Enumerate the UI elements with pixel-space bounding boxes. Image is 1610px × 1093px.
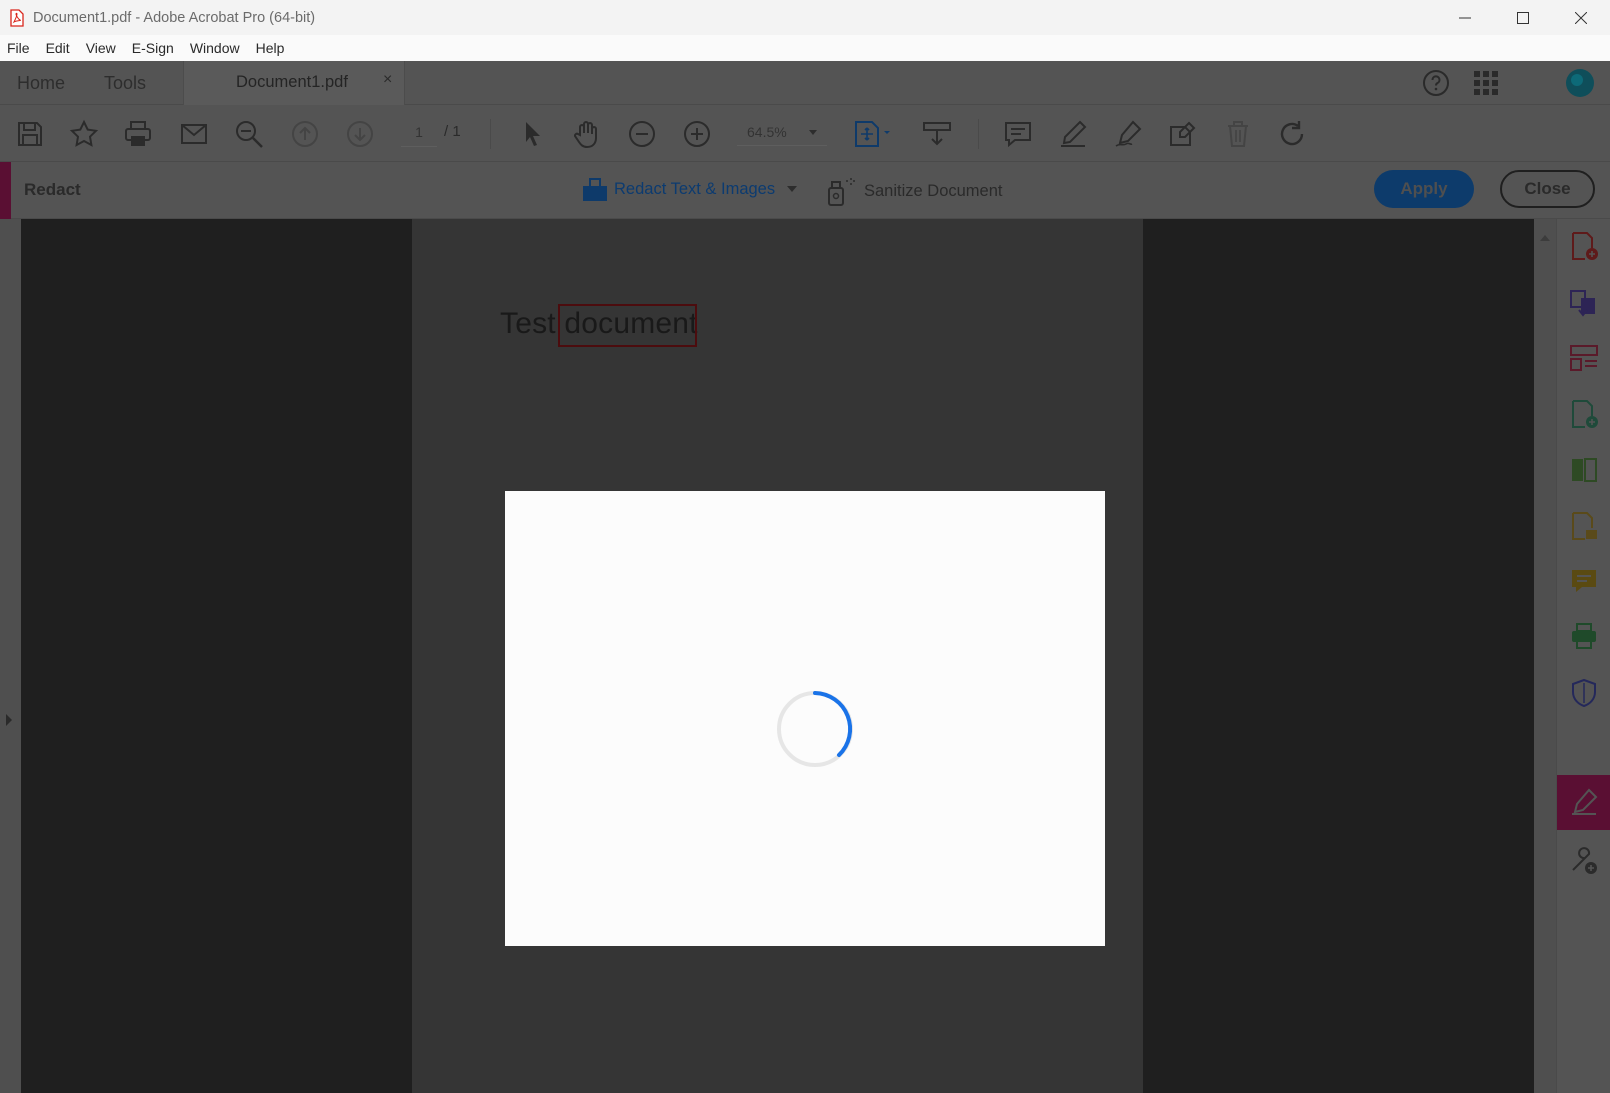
- menu-help[interactable]: Help: [256, 40, 285, 56]
- redact-text-images-label: Redact Text & Images: [614, 179, 776, 198]
- email-icon[interactable]: [179, 119, 209, 149]
- combine-files-icon[interactable]: [1569, 288, 1599, 318]
- close-tool-button[interactable]: Close: [1500, 170, 1595, 208]
- chevron-down-icon: [809, 130, 817, 135]
- delete-icon[interactable]: [1223, 119, 1253, 149]
- menu-file[interactable]: File: [7, 40, 30, 56]
- scroll-mode-icon[interactable]: [922, 119, 952, 149]
- search-zoom-icon[interactable]: [234, 119, 264, 149]
- menu-window[interactable]: Window: [190, 40, 240, 56]
- zoom-level-dropdown[interactable]: 64.5%: [737, 118, 827, 146]
- scroll-up-icon[interactable]: [1540, 235, 1550, 241]
- more-tools-icon[interactable]: [1569, 846, 1599, 876]
- zoom-out-icon[interactable]: [627, 119, 657, 149]
- maximize-icon: [1517, 11, 1529, 24]
- menu-esign[interactable]: E-Sign: [132, 40, 174, 56]
- zoom-in-icon[interactable]: [682, 119, 712, 149]
- acrobat-app-icon: [10, 8, 24, 27]
- window-close-button[interactable]: [1552, 0, 1610, 35]
- redact-toolbar: Redact Redact Text & Images Sanitize Doc…: [0, 162, 1610, 219]
- menu-view[interactable]: View: [86, 40, 116, 56]
- comment-tool-icon[interactable]: [1569, 566, 1599, 596]
- redact-text-images-button[interactable]: Redact Text & Images: [582, 176, 798, 202]
- sanitize-spray-icon: [828, 178, 855, 206]
- tab-home[interactable]: Home: [17, 61, 65, 105]
- export-pdf-icon[interactable]: [1569, 399, 1599, 429]
- loading-dialog: [505, 491, 1105, 946]
- print-production-icon[interactable]: [1569, 621, 1599, 651]
- redact-tool-title: Redact: [24, 180, 81, 199]
- redact-icon: [583, 178, 607, 201]
- comment-icon[interactable]: [1003, 119, 1033, 149]
- redact-accent-bar: [0, 162, 11, 219]
- next-page-icon[interactable]: [345, 119, 375, 149]
- sign-icon[interactable]: [1168, 119, 1198, 149]
- sanitize-document-button[interactable]: Sanitize Document: [826, 176, 1003, 206]
- document-canvas-background: [1143, 219, 1534, 1093]
- tab-bar: Home Tools Document1.pdf ×: [0, 61, 1610, 105]
- apps-grid-icon[interactable]: [1473, 70, 1499, 96]
- document-tab-label: Document1.pdf: [236, 73, 348, 91]
- vertical-scrollbar[interactable]: [1534, 219, 1556, 1093]
- minimize-icon: [1459, 17, 1471, 18]
- toolbar-divider: [978, 119, 979, 149]
- sanitize-document-label: Sanitize Document: [864, 181, 1003, 200]
- zoom-level-value: 64.5%: [747, 124, 787, 140]
- right-tools-pane: [1556, 219, 1610, 1093]
- organize-pages-icon[interactable]: [1569, 343, 1599, 373]
- previous-page-icon[interactable]: [290, 119, 320, 149]
- chevron-down-icon: [787, 186, 798, 192]
- toolbar-divider: [490, 119, 491, 149]
- page-number-input[interactable]: 1: [401, 117, 437, 147]
- select-cursor-icon[interactable]: [518, 119, 548, 149]
- apply-button[interactable]: Apply: [1374, 170, 1474, 208]
- fit-page-icon[interactable]: [853, 119, 895, 149]
- tab-document[interactable]: Document1.pdf ×: [183, 61, 405, 105]
- redact-tool-active[interactable]: [1557, 775, 1610, 830]
- tab-tools[interactable]: Tools: [104, 61, 146, 105]
- close-icon: [1575, 11, 1587, 24]
- avatar[interactable]: [1565, 68, 1595, 98]
- redact-pen-icon: [1572, 788, 1598, 815]
- loading-spinner-icon: [777, 691, 853, 767]
- document-tab-close-icon[interactable]: ×: [383, 71, 392, 89]
- left-panel-toggle[interactable]: [0, 219, 21, 1093]
- main-toolbar: 1 / 1 64.5%: [0, 105, 1610, 162]
- page-total: / 1: [444, 123, 461, 140]
- maximize-button[interactable]: [1494, 0, 1552, 35]
- document-canvas-background: [21, 219, 412, 1093]
- save-icon[interactable]: [15, 119, 45, 149]
- protect-shield-icon[interactable]: [1569, 678, 1599, 708]
- create-pdf-icon[interactable]: [1569, 231, 1599, 261]
- menu-edit[interactable]: Edit: [46, 40, 70, 56]
- request-signatures-icon[interactable]: [1569, 511, 1599, 541]
- menu-bar: File Edit View E-Sign Window Help: [0, 35, 1610, 61]
- page-text-plain: Test: [500, 307, 565, 340]
- help-icon[interactable]: [1422, 69, 1450, 97]
- draw-pen-icon[interactable]: [1113, 119, 1143, 149]
- window-title: Document1.pdf - Adobe Acrobat Pro (64-bi…: [33, 9, 316, 26]
- hand-tool-icon[interactable]: [572, 119, 602, 149]
- compare-files-icon[interactable]: [1569, 455, 1599, 485]
- app-area: Home Tools Document1.pdf × 1 / 1 64.5% R…: [0, 61, 1610, 1093]
- title-bar: Document1.pdf - Adobe Acrobat Pro (64-bi…: [0, 0, 1610, 35]
- redaction-mark[interactable]: [558, 304, 697, 347]
- highlight-icon[interactable]: [1058, 119, 1088, 149]
- bookmark-star-icon[interactable]: [69, 119, 99, 149]
- minimize-button[interactable]: [1436, 0, 1494, 35]
- print-icon[interactable]: [123, 119, 153, 149]
- expand-arrow-icon: [6, 714, 12, 726]
- rotate-icon[interactable]: [1277, 119, 1307, 149]
